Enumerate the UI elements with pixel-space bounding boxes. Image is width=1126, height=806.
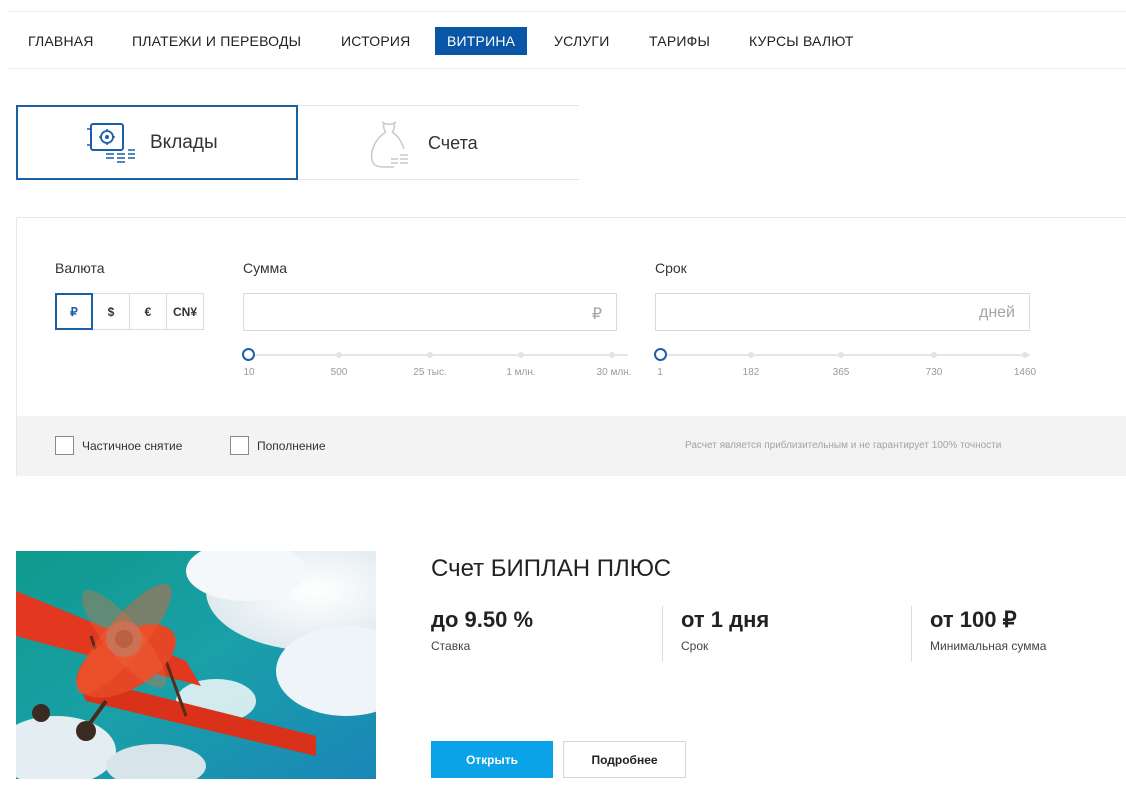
term-tick: 182	[742, 367, 760, 378]
details-button[interactable]: Подробнее	[563, 741, 686, 778]
term-tick: 365	[832, 367, 850, 378]
safe-icon	[86, 121, 138, 167]
nav-item-showcase[interactable]: ВИТРИНА	[435, 27, 528, 55]
amount-slider-track	[248, 354, 628, 356]
slider-step	[336, 352, 342, 358]
partial-withdrawal-label: Частичное снятие	[82, 438, 183, 453]
tab-deposits[interactable]: Вклады	[16, 105, 298, 180]
nav-item-main[interactable]: ГЛАВНАЯ	[28, 27, 94, 55]
tab-deposits-label: Вклады	[150, 132, 218, 153]
slider-step	[931, 352, 937, 358]
amount-tick: 10	[243, 367, 255, 378]
amount-slider-handle[interactable]	[242, 348, 255, 361]
stat-divider	[911, 606, 912, 662]
currency-selector: ₽ $ € CN¥	[55, 293, 204, 330]
calculator-options-bar: Частичное снятие Пополнение Расчет являе…	[17, 416, 1126, 476]
calculation-disclaimer: Расчет является приблизительным и не гар…	[685, 440, 1002, 451]
partial-withdrawal-checkbox[interactable]: Частичное снятие	[55, 436, 182, 455]
currency-eur-button[interactable]: €	[129, 293, 167, 330]
tab-accounts[interactable]: Счета	[298, 105, 579, 180]
term-label: Срок	[655, 260, 687, 276]
nav-item-exchange-rates[interactable]: КУРСЫ ВАЛЮТ	[749, 27, 854, 55]
currency-usd-button[interactable]: $	[92, 293, 130, 330]
amount-tick: 25 тыс.	[413, 367, 447, 378]
amount-tick: 30 млн.	[596, 367, 632, 378]
stat-min-amount: от 100 ₽ Минимальная сумма	[930, 607, 1046, 662]
replenishment-checkbox[interactable]: Пополнение	[230, 436, 326, 455]
checkbox-box[interactable]	[230, 436, 249, 455]
main-nav: ГЛАВНАЯ ПЛАТЕЖИ И ПЕРЕВОДЫ ИСТОРИЯ ВИТРИ…	[8, 12, 1126, 69]
amount-tick: 500	[330, 367, 348, 378]
min-amount-caption: Минимальная сумма	[930, 639, 1047, 653]
term-tick: 730	[925, 367, 943, 378]
stat-divider	[662, 606, 663, 662]
slider-step	[1022, 352, 1028, 358]
money-bag-icon	[364, 116, 416, 172]
amount-tick: 1 млн.	[506, 367, 536, 378]
days-suffix: дней	[978, 304, 1015, 321]
rate-value: до 9.50 %	[431, 607, 534, 632]
stat-term: от 1 дня Срок	[681, 607, 769, 662]
amount-label: Сумма	[243, 260, 287, 276]
term-value: от 1 дня	[681, 607, 770, 632]
product-title: Счет БИПЛАН ПЛЮС	[431, 555, 672, 582]
tab-accounts-label: Счета	[428, 133, 478, 153]
deposit-calculator: Валюта ₽ $ € CN¥ Сумма ₽ 10 500 25 тыс. …	[16, 217, 1126, 477]
slider-step	[427, 352, 433, 358]
checkbox-box[interactable]	[55, 436, 74, 455]
currency-rub-button[interactable]: ₽	[55, 293, 93, 330]
biplane-illustration	[16, 551, 376, 779]
nav-item-history[interactable]: ИСТОРИЯ	[341, 27, 410, 55]
currency-label: Валюта	[55, 260, 105, 276]
term-tick: 1460	[1013, 367, 1037, 378]
term-tick: 1	[657, 367, 663, 378]
min-amount-value: от 100 ₽	[930, 607, 1017, 632]
amount-input[interactable]: ₽	[243, 293, 617, 331]
term-slider-track	[660, 354, 1030, 356]
product-image	[16, 551, 376, 779]
replenishment-label: Пополнение	[257, 438, 326, 453]
nav-item-services[interactable]: УСЛУГИ	[554, 27, 609, 55]
term-slider-handle[interactable]	[654, 348, 667, 361]
nav-item-tariffs[interactable]: ТАРИФЫ	[649, 27, 710, 55]
term-slider[interactable]: 1 182 365 730 1460	[654, 348, 1037, 389]
ruble-suffix: ₽	[591, 306, 602, 323]
open-button[interactable]: Открыть	[431, 741, 553, 778]
slider-step	[518, 352, 524, 358]
term-caption: Срок	[681, 639, 709, 653]
slider-step	[838, 352, 844, 358]
slider-step	[609, 352, 615, 358]
slider-step	[748, 352, 754, 358]
rate-caption: Ставка	[431, 639, 471, 653]
amount-slider[interactable]: 10 500 25 тыс. 1 млн. 30 млн.	[242, 348, 633, 389]
term-input[interactable]: дней	[655, 293, 1030, 331]
currency-cny-button[interactable]: CN¥	[166, 293, 204, 330]
nav-item-payments[interactable]: ПЛАТЕЖИ И ПЕРЕВОДЫ	[132, 27, 301, 55]
stat-rate: до 9.50 % Ставка	[431, 607, 533, 662]
